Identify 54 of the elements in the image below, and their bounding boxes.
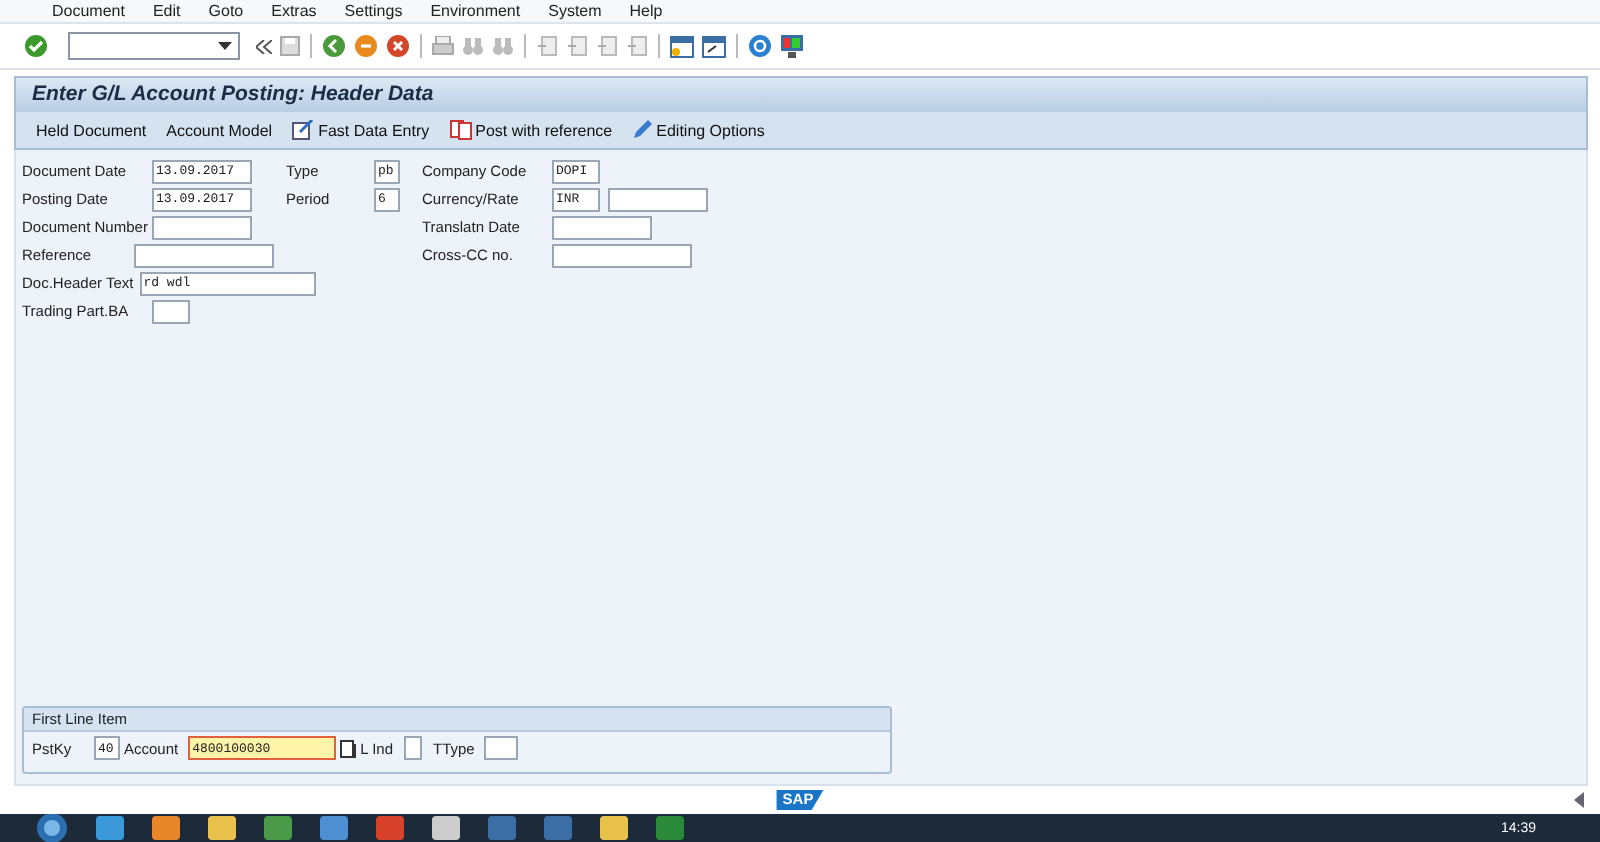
copy-document-icon xyxy=(449,120,472,140)
search-help-icon[interactable] xyxy=(340,739,357,757)
menu-item[interactable]: Extras xyxy=(271,2,317,20)
dropdown-caret-icon[interactable] xyxy=(218,42,232,50)
toolbar-button[interactable]: Account Model xyxy=(158,119,281,141)
menu-item[interactable]: Document xyxy=(52,2,125,20)
taskbar-app-icon[interactable] xyxy=(376,816,404,840)
input-field[interactable] xyxy=(552,243,692,267)
toolbar-button[interactable]: Held Document xyxy=(28,119,155,141)
taskbar-app-icon[interactable] xyxy=(600,816,628,840)
monitor-icon[interactable] xyxy=(780,34,804,58)
taskbar-app-icon[interactable] xyxy=(488,816,516,840)
menu-item[interactable]: Settings xyxy=(344,2,403,20)
enter-check-icon[interactable] xyxy=(24,34,48,58)
back-icon[interactable] xyxy=(322,34,346,58)
taskbar-app-icon[interactable] xyxy=(320,816,348,840)
input-field[interactable] xyxy=(403,736,422,760)
new-session-icon[interactable] xyxy=(670,35,694,57)
input-field[interactable] xyxy=(152,299,190,323)
binoculars-icon xyxy=(492,36,514,56)
taskbar-app-icon[interactable] xyxy=(96,816,124,840)
taskbar-app-icon[interactable] xyxy=(656,816,684,840)
input-field[interactable] xyxy=(134,243,274,267)
save-icon xyxy=(280,36,300,56)
menu-item[interactable]: Environment xyxy=(430,2,521,20)
menu-item[interactable]: Help xyxy=(629,2,663,20)
edit-document-icon xyxy=(292,120,315,140)
help-icon[interactable] xyxy=(748,34,772,58)
screen-title: Enter G/L Account Posting: Header Data xyxy=(14,76,1588,112)
exit-icon[interactable] xyxy=(354,34,378,58)
pencil-icon xyxy=(632,120,653,140)
triangle-icon[interactable] xyxy=(1574,792,1584,808)
menu-item[interactable]: Edit xyxy=(152,2,181,20)
cancel-icon[interactable] xyxy=(386,34,410,58)
print-icon xyxy=(432,36,454,56)
toolbar-button[interactable]: Fast Data Entry xyxy=(284,118,438,142)
menu-item[interactable]: Goto xyxy=(208,2,244,20)
command-field[interactable] xyxy=(68,32,240,60)
menu-item[interactable]: System xyxy=(548,2,602,20)
taskbar-app-icon[interactable] xyxy=(432,816,460,840)
taskbar-app-icon[interactable] xyxy=(208,816,236,840)
start-orb-icon[interactable] xyxy=(36,814,68,842)
toolbar-button[interactable]: Editing Options xyxy=(624,118,773,142)
taskbar-app-icon[interactable] xyxy=(264,816,292,840)
input-field[interactable] xyxy=(152,215,252,239)
binoculars-icon xyxy=(462,36,484,56)
taskbar-app-icon[interactable] xyxy=(152,816,180,840)
taskbar-app-icon[interactable] xyxy=(544,816,572,840)
toolbar-button[interactable]: Post with reference xyxy=(441,118,621,142)
input-field[interactable] xyxy=(608,187,708,211)
shortcut-icon[interactable] xyxy=(702,35,726,57)
input-field[interactable] xyxy=(552,215,652,239)
double-chevron-icon[interactable] xyxy=(256,39,272,53)
input-field[interactable] xyxy=(484,736,519,760)
